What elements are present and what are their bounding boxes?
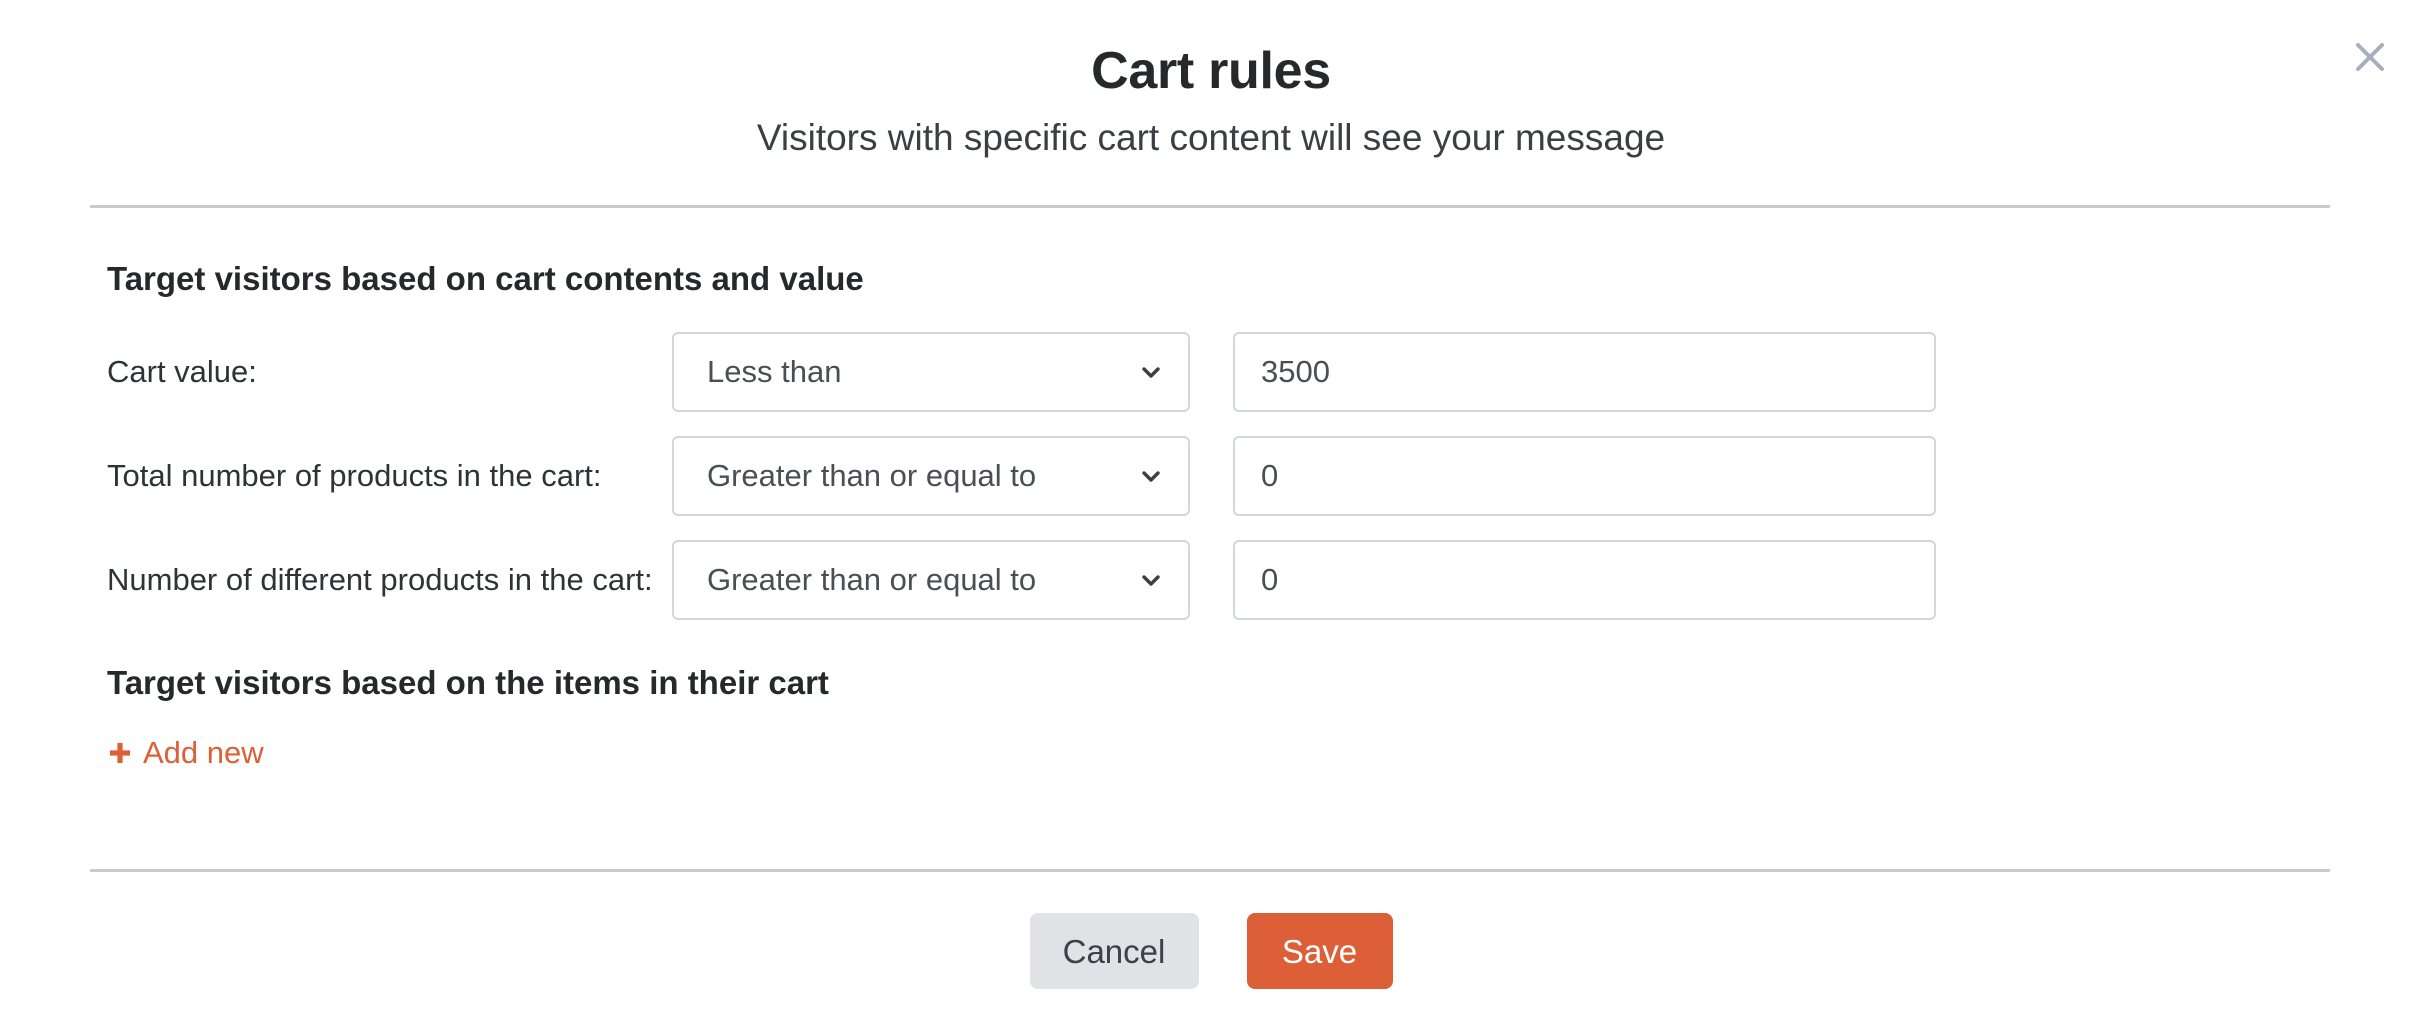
modal-header: Cart rules Visitors with specific cart c… bbox=[0, 0, 2422, 161]
chevron-down-icon bbox=[1136, 461, 1166, 491]
operator-select-total-products[interactable]: Greater than or equal to bbox=[672, 436, 1190, 516]
cart-rules-modal: Cart rules Visitors with specific cart c… bbox=[0, 0, 2422, 1030]
close-icon[interactable] bbox=[2346, 33, 2394, 81]
value-input-different-products[interactable] bbox=[1233, 540, 1936, 620]
row-label-cart-value: Cart value: bbox=[107, 354, 257, 389]
save-button[interactable]: Save bbox=[1246, 913, 1393, 989]
operator-select-value: Greater than or equal to bbox=[707, 458, 1037, 493]
add-new-button[interactable]: Add new bbox=[107, 735, 264, 771]
row-label-different-products: Number of different products in the cart… bbox=[107, 562, 653, 597]
chevron-down-icon bbox=[1136, 565, 1166, 595]
operator-select-value: Greater than or equal to bbox=[707, 562, 1037, 597]
row-label-total-products: Total number of products in the cart: bbox=[107, 458, 602, 493]
section-heading-cart-items: Target visitors based on the items in th… bbox=[107, 664, 829, 701]
page-title: Cart rules bbox=[1091, 42, 1331, 100]
chevron-down-icon bbox=[1136, 357, 1166, 387]
section-heading-cart-contents: Target visitors based on cart contents a… bbox=[107, 260, 864, 297]
modal-footer: Cancel Save bbox=[0, 872, 2422, 1030]
cancel-button[interactable]: Cancel bbox=[1029, 913, 1199, 989]
operator-select-value: Less than bbox=[707, 354, 842, 389]
add-new-label: Add new bbox=[143, 735, 264, 770]
value-input-cart-value[interactable] bbox=[1233, 332, 1936, 412]
modal-subtitle: Visitors with specific cart content will… bbox=[756, 117, 1666, 159]
header-divider bbox=[90, 205, 2330, 208]
value-input-total-products[interactable] bbox=[1233, 436, 1936, 516]
operator-select-different-products[interactable]: Greater than or equal to bbox=[672, 540, 1190, 620]
plus-icon bbox=[107, 740, 133, 766]
operator-select-cart-value[interactable]: Less than bbox=[672, 332, 1190, 412]
